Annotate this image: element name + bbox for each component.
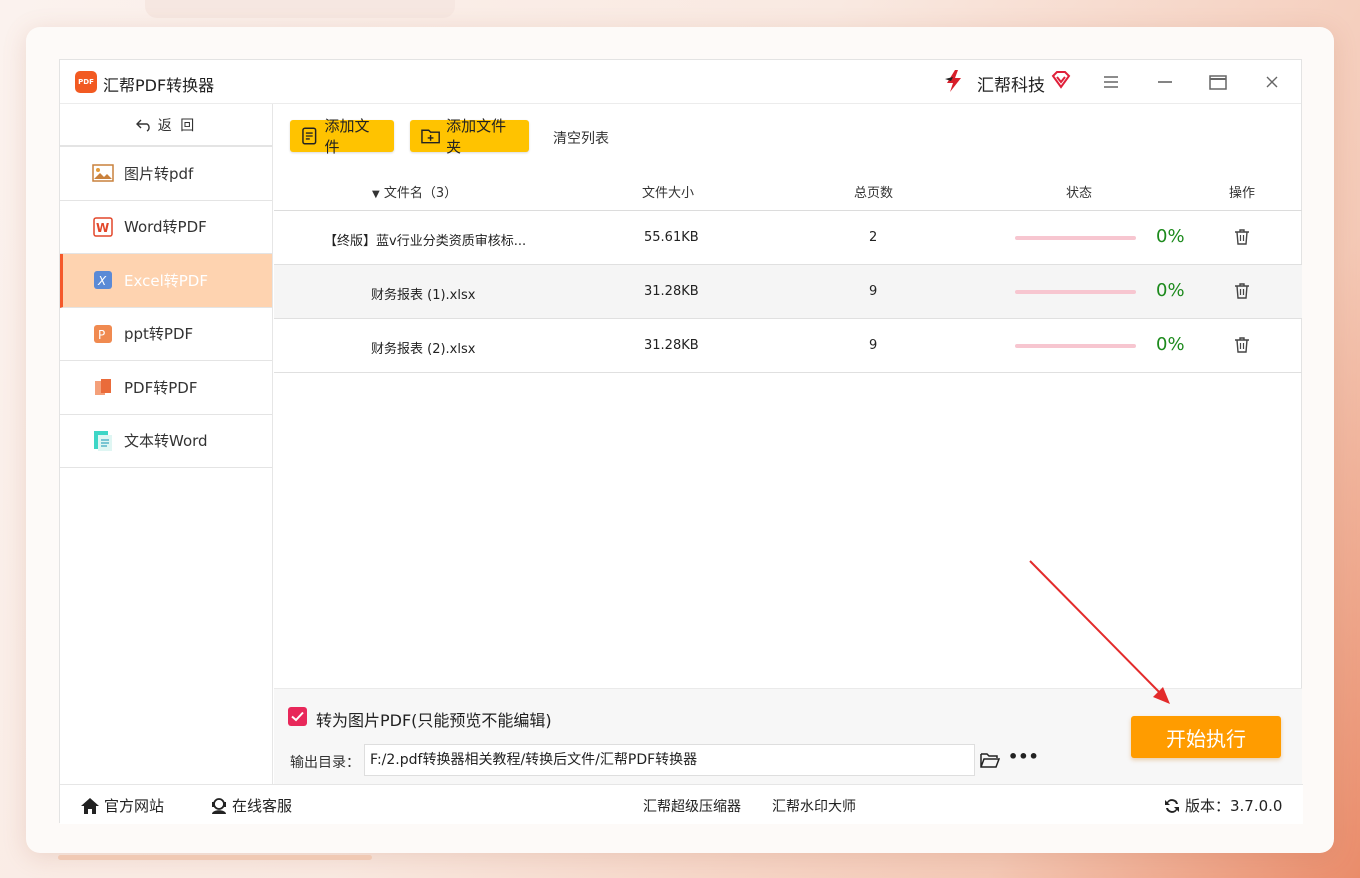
sidebar-item-text-to-word[interactable]: 文本转Word	[60, 415, 272, 468]
sidebar-item-pdf-to-pdf[interactable]: PDF转PDF	[60, 361, 272, 415]
maximize-icon	[1209, 74, 1227, 90]
svg-text:W: W	[96, 221, 109, 235]
column-header-name[interactable]: ▼ 文件名（3）	[372, 182, 457, 201]
image-pdf-checkbox[interactable]	[288, 707, 307, 726]
watermark-link[interactable]: 汇帮水印大师	[772, 796, 856, 816]
ppt-icon: P	[92, 323, 114, 345]
minimize-button[interactable]	[1148, 66, 1182, 98]
brand-name: 汇帮科技	[977, 76, 1045, 96]
back-button[interactable]: 返 回	[60, 104, 272, 147]
hamburger-icon	[1104, 76, 1118, 88]
add-folder-icon	[421, 129, 440, 144]
more-options-button[interactable]: •••	[1008, 749, 1039, 769]
sidebar-item-excel-to-pdf[interactable]: X Excel转PDF	[60, 254, 272, 308]
pdf-icon	[92, 376, 114, 398]
support-link[interactable]: 在线客服	[210, 795, 292, 816]
checkmark-icon	[291, 711, 304, 722]
add-folder-label: 添加文件夹	[446, 117, 507, 156]
table-row[interactable]: 【终版】蓝v行业分类资质审核标... 55.61KB 2 0%	[274, 211, 1302, 265]
page-count: 9	[869, 284, 878, 299]
open-folder-icon[interactable]	[980, 751, 1000, 769]
clear-list-button[interactable]: 清空列表	[553, 128, 609, 148]
maximize-button[interactable]	[1201, 66, 1235, 98]
app-window: PDF 汇帮PDF转换器 汇帮科技 返 回 图片转pdf W Word转PDF …	[59, 59, 1303, 824]
file-name: 财务报表 (1).xlsx	[371, 288, 476, 303]
image-icon	[92, 162, 114, 184]
svg-text:X: X	[97, 274, 107, 288]
version-info[interactable]: 版本：3.7.0.0	[1163, 795, 1282, 816]
file-size: 31.28KB	[644, 338, 699, 353]
title-bar: PDF 汇帮PDF转换器 汇帮科技	[60, 60, 1301, 104]
brand-logo-icon	[945, 70, 961, 92]
back-label: 返 回	[157, 117, 197, 134]
add-file-button[interactable]: 添加文件	[290, 117, 394, 156]
word-icon: W	[92, 216, 114, 238]
sort-down-icon: ▼	[372, 189, 380, 200]
text-icon	[92, 430, 114, 452]
back-arrow-icon	[135, 119, 150, 132]
toolbar: 添加文件 添加文件夹 清空列表	[274, 104, 1302, 164]
file-size: 55.61KB	[644, 230, 699, 245]
add-file-icon	[302, 127, 317, 145]
options-panel: 转为图片PDF(只能预览不能编辑) 输出目录： F:/2.pdf转换器相关教程/…	[274, 688, 1302, 784]
close-button[interactable]	[1255, 66, 1289, 98]
progress-percent: 0%	[1156, 334, 1185, 355]
start-button[interactable]: 开始执行	[1131, 716, 1281, 758]
column-header-size: 文件大小	[642, 186, 695, 201]
file-name: 财务报表 (2).xlsx	[371, 342, 476, 357]
sidebar-item-label: Word转PDF	[124, 218, 207, 237]
add-folder-button[interactable]: 添加文件夹	[410, 117, 529, 156]
background-tab	[145, 0, 455, 18]
add-file-label: 添加文件	[324, 117, 370, 156]
minimize-icon	[1158, 81, 1172, 83]
file-name: 【终版】蓝v行业分类资质审核标...	[324, 234, 527, 249]
footer: 官方网站 在线客服 汇帮超级压缩器 汇帮水印大师 版本：3.7.0.0	[60, 784, 1303, 824]
sidebar-item-label: PDF转PDF	[124, 378, 198, 397]
page-count: 9	[869, 338, 878, 353]
app-logo-icon: PDF	[75, 71, 97, 93]
refresh-icon	[1165, 798, 1179, 813]
table-row[interactable]: 财务报表 (1).xlsx 31.28KB 9 0%	[274, 265, 1302, 319]
table-row[interactable]: 财务报表 (2).xlsx 31.28KB 9 0%	[274, 319, 1302, 373]
sidebar-item-label: Excel转PDF	[124, 271, 208, 290]
compressor-link[interactable]: 汇帮超级压缩器	[643, 796, 741, 816]
column-header-status: 状态	[1066, 186, 1093, 201]
output-dir-label: 输出目录：	[290, 755, 360, 771]
file-size: 31.28KB	[644, 284, 699, 299]
home-icon	[81, 797, 99, 814]
main-panel: 添加文件 添加文件夹 清空列表 ▼ 文件名（3） 文件大小 总页数 状态 操作 …	[274, 104, 1302, 784]
excel-icon: X	[92, 269, 114, 291]
trash-icon[interactable]	[1232, 281, 1252, 301]
page-count: 2	[869, 230, 878, 245]
official-site-link[interactable]: 官方网站	[80, 795, 164, 816]
column-header-action: 操作	[1229, 186, 1256, 201]
sidebar-item-ppt-to-pdf[interactable]: P ppt转PDF	[60, 308, 272, 361]
background-line	[58, 855, 372, 860]
app-title: 汇帮PDF转换器	[103, 76, 215, 95]
svg-text:P: P	[98, 328, 105, 342]
progress-percent: 0%	[1156, 226, 1185, 247]
headset-icon	[212, 797, 226, 814]
progress-bar	[1015, 344, 1136, 348]
image-pdf-label[interactable]: 转为图片PDF(只能预览不能编辑)	[316, 707, 552, 731]
progress-bar	[1015, 236, 1136, 240]
column-header-pages: 总页数	[854, 186, 894, 201]
sidebar: 返 回 图片转pdf W Word转PDF X Excel转PDF P ppt转…	[60, 104, 273, 784]
table-header: ▼ 文件名（3） 文件大小 总页数 状态 操作	[274, 168, 1302, 211]
vip-icon[interactable]	[1050, 69, 1072, 91]
sidebar-item-image-to-pdf[interactable]: 图片转pdf	[60, 147, 272, 201]
sidebar-item-label: ppt转PDF	[124, 325, 194, 344]
progress-percent: 0%	[1156, 280, 1185, 301]
sidebar-item-word-to-pdf[interactable]: W Word转PDF	[60, 201, 272, 254]
trash-icon[interactable]	[1232, 227, 1252, 247]
sidebar-item-label: 文本转Word	[124, 432, 208, 451]
menu-button[interactable]	[1094, 66, 1128, 98]
trash-icon[interactable]	[1232, 335, 1252, 355]
output-dir-field[interactable]: F:/2.pdf转换器相关教程/转换后文件/汇帮PDF转换器	[364, 744, 975, 776]
close-icon	[1266, 76, 1278, 88]
progress-bar	[1015, 290, 1136, 294]
sidebar-item-label: 图片转pdf	[124, 164, 194, 183]
